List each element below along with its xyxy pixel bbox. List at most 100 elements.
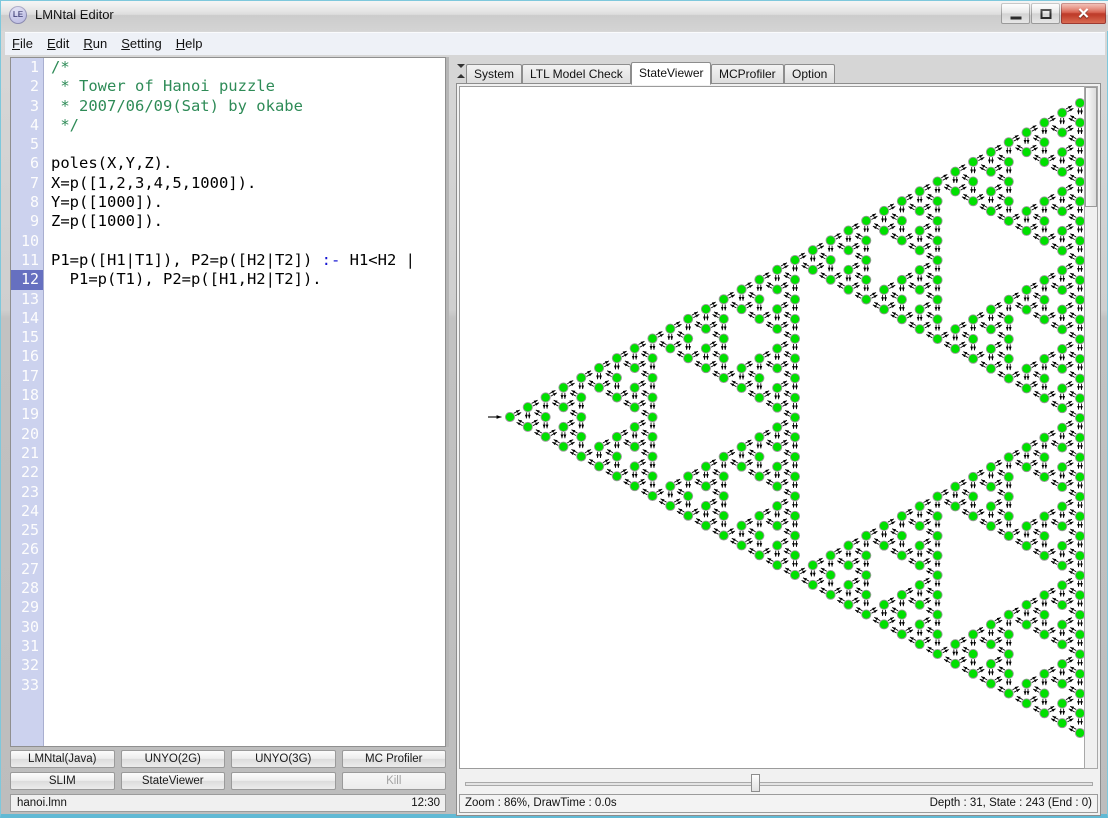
- graph-state-node[interactable]: [648, 472, 657, 481]
- graph-state-node[interactable]: [879, 521, 888, 530]
- graph-state-node[interactable]: [523, 422, 532, 431]
- graph-state-node[interactable]: [1022, 463, 1031, 472]
- graph-state-node[interactable]: [933, 177, 942, 186]
- graph-state-node[interactable]: [1004, 492, 1013, 501]
- graph-state-node[interactable]: [986, 147, 995, 156]
- graph-state-node[interactable]: [1058, 522, 1067, 531]
- graph-state-node[interactable]: [897, 275, 906, 284]
- graph-state-node[interactable]: [755, 472, 764, 481]
- graph-state-node[interactable]: [915, 620, 924, 629]
- graph-state-node[interactable]: [915, 561, 924, 570]
- graph-state-node[interactable]: [1058, 167, 1067, 176]
- graph-state-node[interactable]: [755, 275, 764, 284]
- graph-state-node[interactable]: [701, 501, 710, 510]
- graph-state-node[interactable]: [879, 226, 888, 235]
- graph-state-node[interactable]: [1058, 719, 1067, 728]
- graph-state-node[interactable]: [1040, 472, 1049, 481]
- stateviewer-button[interactable]: StateViewer: [121, 772, 226, 790]
- graph-state-node[interactable]: [790, 295, 799, 304]
- graph-state-node[interactable]: [826, 551, 835, 560]
- graph-state-node[interactable]: [523, 403, 532, 412]
- graph-state-node[interactable]: [719, 452, 728, 461]
- graph-state-node[interactable]: [897, 630, 906, 639]
- menu-item-file[interactable]: File: [5, 33, 40, 53]
- graph-state-node[interactable]: [951, 167, 960, 176]
- graph-state-node[interactable]: [630, 383, 639, 392]
- graph-state-node[interactable]: [577, 413, 586, 422]
- graph-state-node[interactable]: [577, 432, 586, 441]
- graph-state-node[interactable]: [986, 502, 995, 511]
- graph-state-node[interactable]: [1004, 512, 1013, 521]
- graph-state-node[interactable]: [755, 531, 764, 540]
- graph-state-node[interactable]: [844, 285, 853, 294]
- graph-state-node[interactable]: [986, 640, 995, 649]
- graph-state-node[interactable]: [933, 236, 942, 245]
- graph-state-node[interactable]: [701, 304, 710, 313]
- graph-state-node[interactable]: [737, 285, 746, 294]
- graph-state-node[interactable]: [1004, 669, 1013, 678]
- graph-state-node[interactable]: [879, 600, 888, 609]
- graph-state-node[interactable]: [790, 511, 799, 520]
- graph-state-node[interactable]: [951, 344, 960, 353]
- graph-state-node[interactable]: [862, 551, 871, 560]
- graph-state-node[interactable]: [755, 314, 764, 323]
- graph-state-node[interactable]: [1058, 246, 1067, 255]
- graph-state-node[interactable]: [879, 285, 888, 294]
- graph-state-node[interactable]: [1058, 344, 1067, 353]
- graph-state-node[interactable]: [969, 177, 978, 186]
- graph-state-node[interactable]: [986, 364, 995, 373]
- graph-state-node[interactable]: [915, 187, 924, 196]
- graph-state-node[interactable]: [1040, 394, 1049, 403]
- graph-state-node[interactable]: [1040, 295, 1049, 304]
- empty-button[interactable]: [231, 772, 336, 790]
- graph-state-node[interactable]: [612, 472, 621, 481]
- graph-state-node[interactable]: [915, 600, 924, 609]
- graph-state-node[interactable]: [1058, 266, 1067, 275]
- tab-system[interactable]: System: [466, 64, 522, 84]
- graph-state-node[interactable]: [844, 561, 853, 570]
- graph-state-node[interactable]: [897, 295, 906, 304]
- menu-item-run[interactable]: Run: [76, 33, 114, 53]
- graph-state-node[interactable]: [701, 344, 710, 353]
- code-text-area[interactable]: /* * Tower of Hanoi puzzle * 2007/06/09(…: [45, 58, 445, 746]
- graph-state-node[interactable]: [648, 452, 657, 461]
- graph-state-node[interactable]: [862, 295, 871, 304]
- graph-state-node[interactable]: [844, 226, 853, 235]
- graph-state-node[interactable]: [951, 640, 960, 649]
- graph-state-node[interactable]: [969, 354, 978, 363]
- graph-state-node[interactable]: [790, 433, 799, 442]
- graph-state-node[interactable]: [630, 462, 639, 471]
- graph-state-node[interactable]: [755, 373, 764, 382]
- graph-state-node[interactable]: [915, 521, 924, 530]
- graph-state-node[interactable]: [933, 610, 942, 619]
- graph-state-node[interactable]: [1004, 453, 1013, 462]
- graph-state-node[interactable]: [612, 432, 621, 441]
- graph-state-node[interactable]: [541, 432, 550, 441]
- graph-state-node[interactable]: [1004, 531, 1013, 540]
- graph-state-node[interactable]: [1040, 453, 1049, 462]
- graph-state-node[interactable]: [577, 393, 586, 402]
- graph-state-node[interactable]: [719, 354, 728, 363]
- graph-state-node[interactable]: [1022, 364, 1031, 373]
- graph-state-node[interactable]: [933, 275, 942, 284]
- graph-state-node[interactable]: [1058, 463, 1067, 472]
- graph-state-node[interactable]: [577, 373, 586, 382]
- graph-state-node[interactable]: [915, 640, 924, 649]
- graph-state-node[interactable]: [969, 197, 978, 206]
- graph-state-node[interactable]: [790, 551, 799, 560]
- graph-state-node[interactable]: [844, 265, 853, 274]
- graph-state-node[interactable]: [915, 206, 924, 215]
- graph-state-node[interactable]: [1058, 128, 1067, 137]
- graph-state-node[interactable]: [933, 551, 942, 560]
- graph-state-node[interactable]: [684, 511, 693, 520]
- graph-state-node[interactable]: [594, 363, 603, 372]
- graph-state-node[interactable]: [648, 334, 657, 343]
- menu-item-help[interactable]: Help: [169, 33, 210, 53]
- graph-state-node[interactable]: [666, 324, 675, 333]
- graph-state-node[interactable]: [826, 236, 835, 245]
- graph-state-node[interactable]: [897, 197, 906, 206]
- graph-state-node[interactable]: [773, 344, 782, 353]
- graph-state-node[interactable]: [915, 502, 924, 511]
- menu-item-edit[interactable]: Edit: [40, 33, 76, 53]
- graph-state-node[interactable]: [1022, 128, 1031, 137]
